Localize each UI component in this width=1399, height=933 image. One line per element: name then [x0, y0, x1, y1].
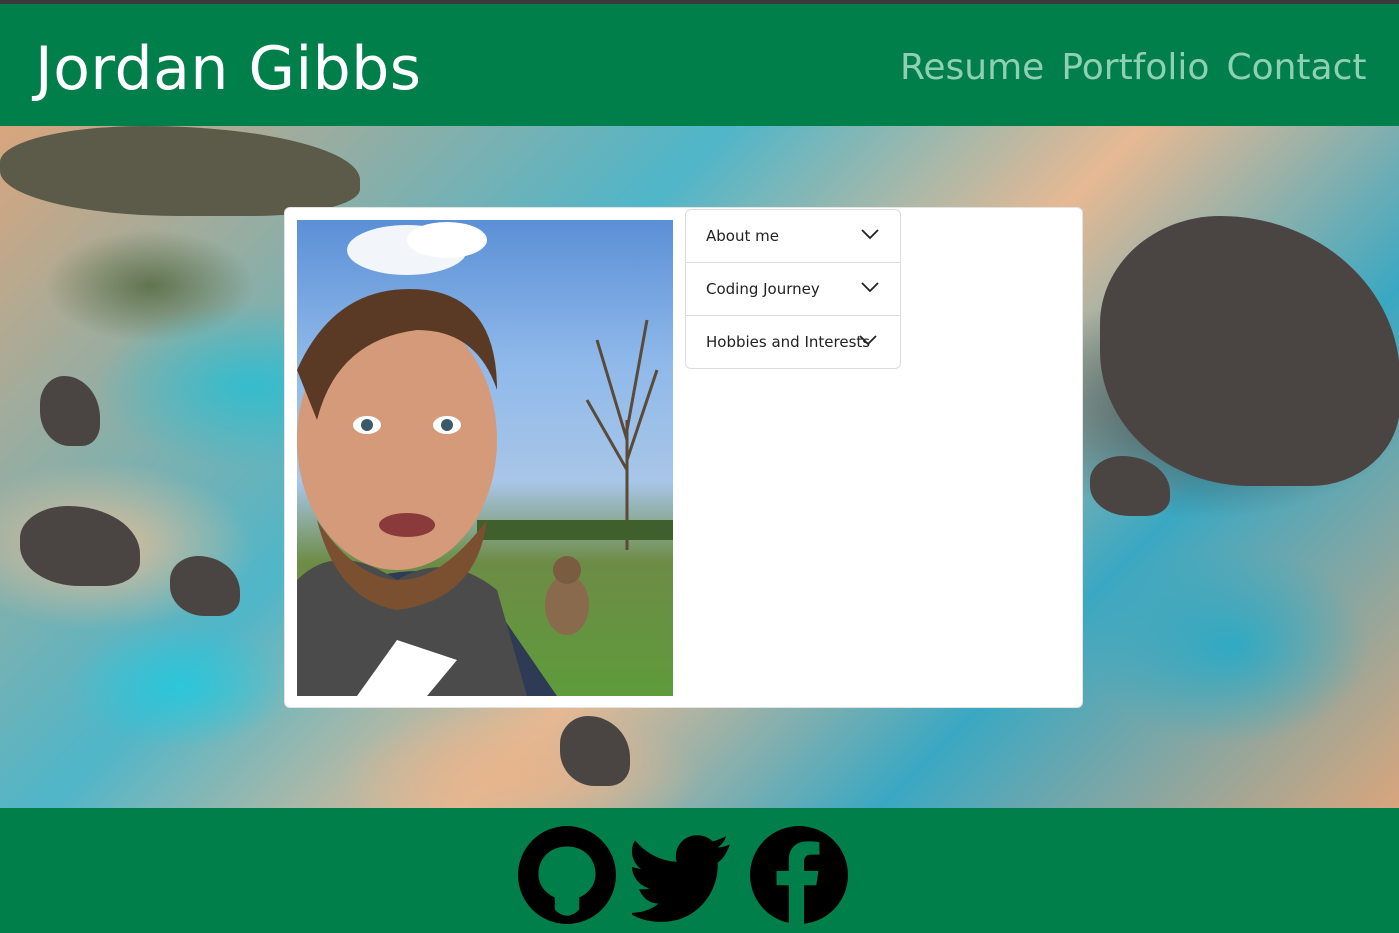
accordion-item-coding-journey[interactable]: Coding Journey — [686, 263, 900, 316]
profile-photo — [297, 220, 673, 696]
github-icon[interactable] — [516, 824, 618, 926]
background-rock — [40, 376, 100, 446]
chevron-down-icon — [861, 229, 879, 240]
accordion-item-label: About me — [706, 227, 779, 245]
background-rock — [560, 716, 630, 786]
site-footer — [0, 808, 1399, 933]
accordion-item-label: Hobbies and Interests — [706, 333, 871, 351]
background-rock — [1100, 216, 1399, 486]
profile-card: About me Coding Journey Hobbies and Inte… — [284, 207, 1083, 708]
accordion-item-about-me[interactable]: About me — [686, 210, 900, 263]
chevron-down-icon — [861, 282, 879, 293]
chevron-down-icon — [859, 335, 877, 346]
nav-link-resume[interactable]: Resume — [900, 48, 1044, 88]
facebook-icon[interactable] — [748, 824, 850, 926]
background-rock — [170, 556, 240, 616]
background-rock — [20, 506, 140, 586]
info-accordion: About me Coding Journey Hobbies and Inte… — [685, 209, 901, 369]
nav-link-contact[interactable]: Contact — [1226, 48, 1366, 88]
main-nav: Resume Portfolio Contact — [900, 48, 1367, 88]
profile-photo-illustration — [297, 222, 673, 696]
site-header: Jordan Gibbs Resume Portfolio Contact — [0, 4, 1399, 126]
site-title: Jordan Gibbs — [35, 34, 422, 104]
accordion-item-label: Coding Journey — [706, 280, 820, 298]
twitter-icon[interactable] — [632, 824, 734, 926]
accordion-item-hobbies-and-interests[interactable]: Hobbies and Interests — [686, 316, 900, 368]
nav-link-portfolio[interactable]: Portfolio — [1061, 48, 1209, 88]
background-rock — [1090, 456, 1170, 516]
background-rock — [0, 126, 360, 216]
